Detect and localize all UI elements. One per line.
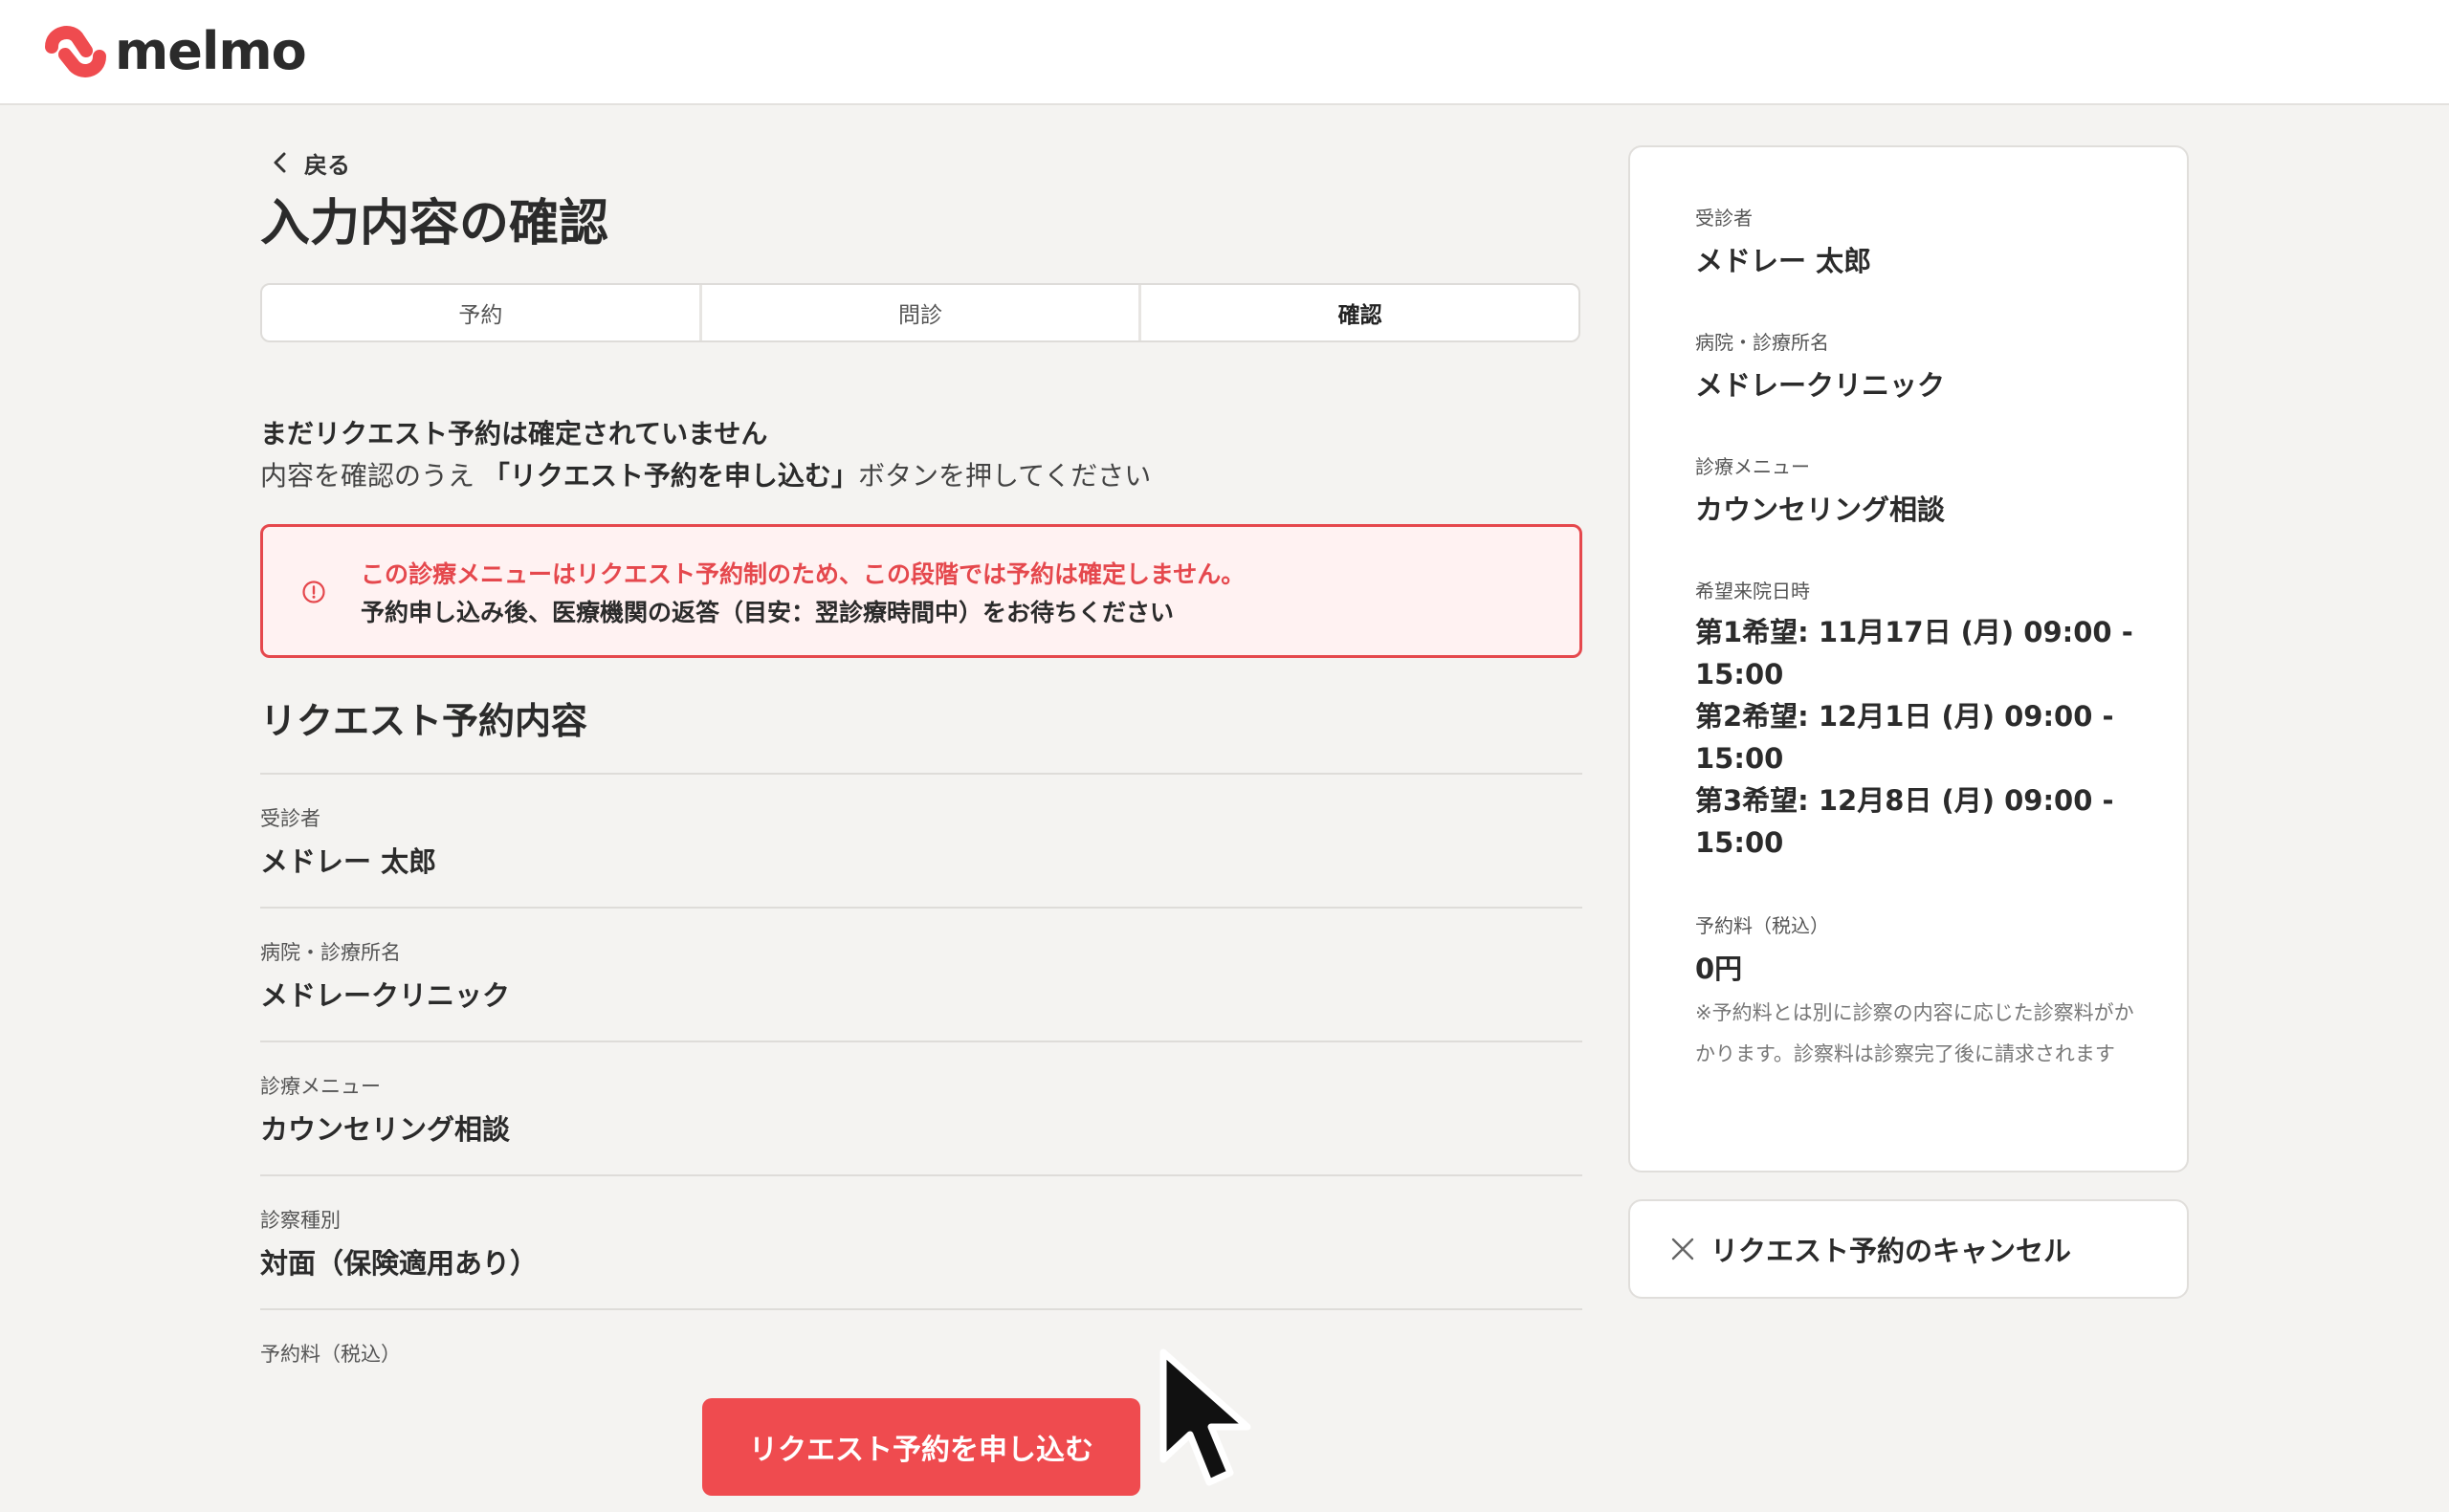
detail-label: 受診者 xyxy=(260,807,320,830)
alert-circle-icon xyxy=(302,581,325,603)
detail-label: 診察種別 xyxy=(260,1209,341,1232)
summary-clinic: 病院・診療所名 メドレークリニック xyxy=(1695,327,1945,406)
back-link[interactable]: 戻る xyxy=(266,143,350,182)
step-confirm: 確認 xyxy=(1138,285,1578,340)
alert-line-1: この診療メニューはリクエスト予約制のため、この段階では予約は確定しません。 xyxy=(361,560,1246,588)
summary-label: 予約料（税込） xyxy=(1695,914,1829,937)
details-list: 受診者 メドレー 太郎 病院・診療所名 メドレークリニック 診療メニュー カウン… xyxy=(260,773,1582,1385)
notice-sub-prefix: 内容を確認のうえ xyxy=(260,460,475,492)
summary-fee: 予約料（税込） 0円 xyxy=(1695,910,1829,990)
detail-row-exam-type: 診察種別 対面（保険適用あり） xyxy=(260,1174,1582,1308)
preferred-date-3: 第3希望: 12月8日 (月) 09:00 - 15:00 xyxy=(1695,784,2114,859)
summary-dates: 希望来院日時 第1希望: 11月17日 (月) 09:00 - 15:00 第2… xyxy=(1695,576,2135,864)
fee-note: ※予約料とは別に診察の内容に応じた診察料がかかります。診察料は診察完了後に請求さ… xyxy=(1695,1001,2134,1065)
preferred-date-2: 第2希望: 12月1日 (月) 09:00 - 15:00 xyxy=(1695,700,2114,775)
detail-row-patient: 受診者 メドレー 太郎 xyxy=(260,773,1582,907)
cancel-label: リクエスト予約のキャンセル xyxy=(1710,1235,2072,1267)
chevron-left-icon xyxy=(274,152,286,173)
detail-row-fee: 予約料（税込） 0円 xyxy=(260,1308,1582,1385)
step-indicator: 予約 問診 確認 xyxy=(260,283,1580,342)
close-icon xyxy=(1671,1238,1694,1260)
step-reservation: 予約 xyxy=(458,303,503,328)
notice-sub-button-ref: 「リクエスト予約を申し込む」 xyxy=(482,460,858,492)
summary-value: 0円 xyxy=(1695,953,1743,985)
summary-card: 受診者 メドレー 太郎 病院・診療所名 メドレークリニック 診療メニュー カウン… xyxy=(1628,145,2189,1172)
submit-request-button[interactable]: リクエスト予約を申し込む xyxy=(702,1398,1140,1496)
detail-label: 予約料（税込） xyxy=(260,1343,401,1366)
summary-label: 希望来院日時 xyxy=(1695,580,1810,603)
summary-dates-list: 第1希望: 11月17日 (月) 09:00 - 15:00 第2希望: 12月… xyxy=(1695,611,2135,864)
melmo-logo[interactable]: melmo xyxy=(44,21,307,82)
page-title: 入力内容の確認 xyxy=(260,195,609,252)
detail-value: メドレークリニック xyxy=(260,979,511,1012)
notice-heading: まだリクエスト予約は確定されていません xyxy=(260,418,768,449)
back-label: 戻る xyxy=(304,151,350,179)
summary-label: 病院・診療所名 xyxy=(1695,331,1829,354)
detail-row-menu: 診療メニュー カウンセリング相談 xyxy=(260,1041,1582,1174)
detail-label: 診療メニュー xyxy=(260,1075,381,1098)
cancel-request-button[interactable]: リクエスト予約のキャンセル xyxy=(1628,1199,2189,1299)
preferred-date-1: 第1希望: 11月17日 (月) 09:00 - 15:00 xyxy=(1695,616,2133,690)
request-alert: この診療メニューはリクエスト予約制のため、この段階では予約は確定しません。 予約… xyxy=(260,524,1582,658)
summary-label: 受診者 xyxy=(1695,207,1753,230)
notice-sub-suffix: ボタンを押してください xyxy=(857,460,1152,492)
summary-value: カウンセリング相談 xyxy=(1695,493,1946,526)
summary-menu: 診療メニュー カウンセリング相談 xyxy=(1695,451,1945,531)
notice-subtext: 内容を確認のうえ 「リクエスト予約を申し込む」ボタンを押してください xyxy=(260,455,1151,493)
mouse-pointer-icon xyxy=(1159,1348,1251,1486)
summary-label: 診療メニュー xyxy=(1695,455,1810,478)
melmo-logo-icon xyxy=(45,26,106,77)
summary-value: メドレー 太郎 xyxy=(1695,245,1872,277)
summary-value: メドレークリニック xyxy=(1695,369,1946,402)
details-title: リクエスト予約内容 xyxy=(260,700,588,742)
detail-label: 病院・診療所名 xyxy=(260,941,401,964)
detail-value: 0円 xyxy=(260,1375,307,1385)
logo-text: melmo xyxy=(115,21,307,81)
step-questionnaire: 問診 xyxy=(698,285,1139,340)
top-header: melmo xyxy=(0,0,2449,105)
alert-line-2: 予約申し込み後、医療機関の返答（目安：翌診療時間中）をお待ちください xyxy=(361,599,1175,626)
summary-patient: 受診者 メドレー 太郎 xyxy=(1695,203,1871,282)
detail-value: カウンセリング相談 xyxy=(260,1113,511,1146)
detail-row-clinic: 病院・診療所名 メドレークリニック xyxy=(260,907,1582,1041)
detail-value: メドレー 太郎 xyxy=(260,845,437,878)
detail-value: 対面（保険適用あり） xyxy=(260,1247,539,1280)
